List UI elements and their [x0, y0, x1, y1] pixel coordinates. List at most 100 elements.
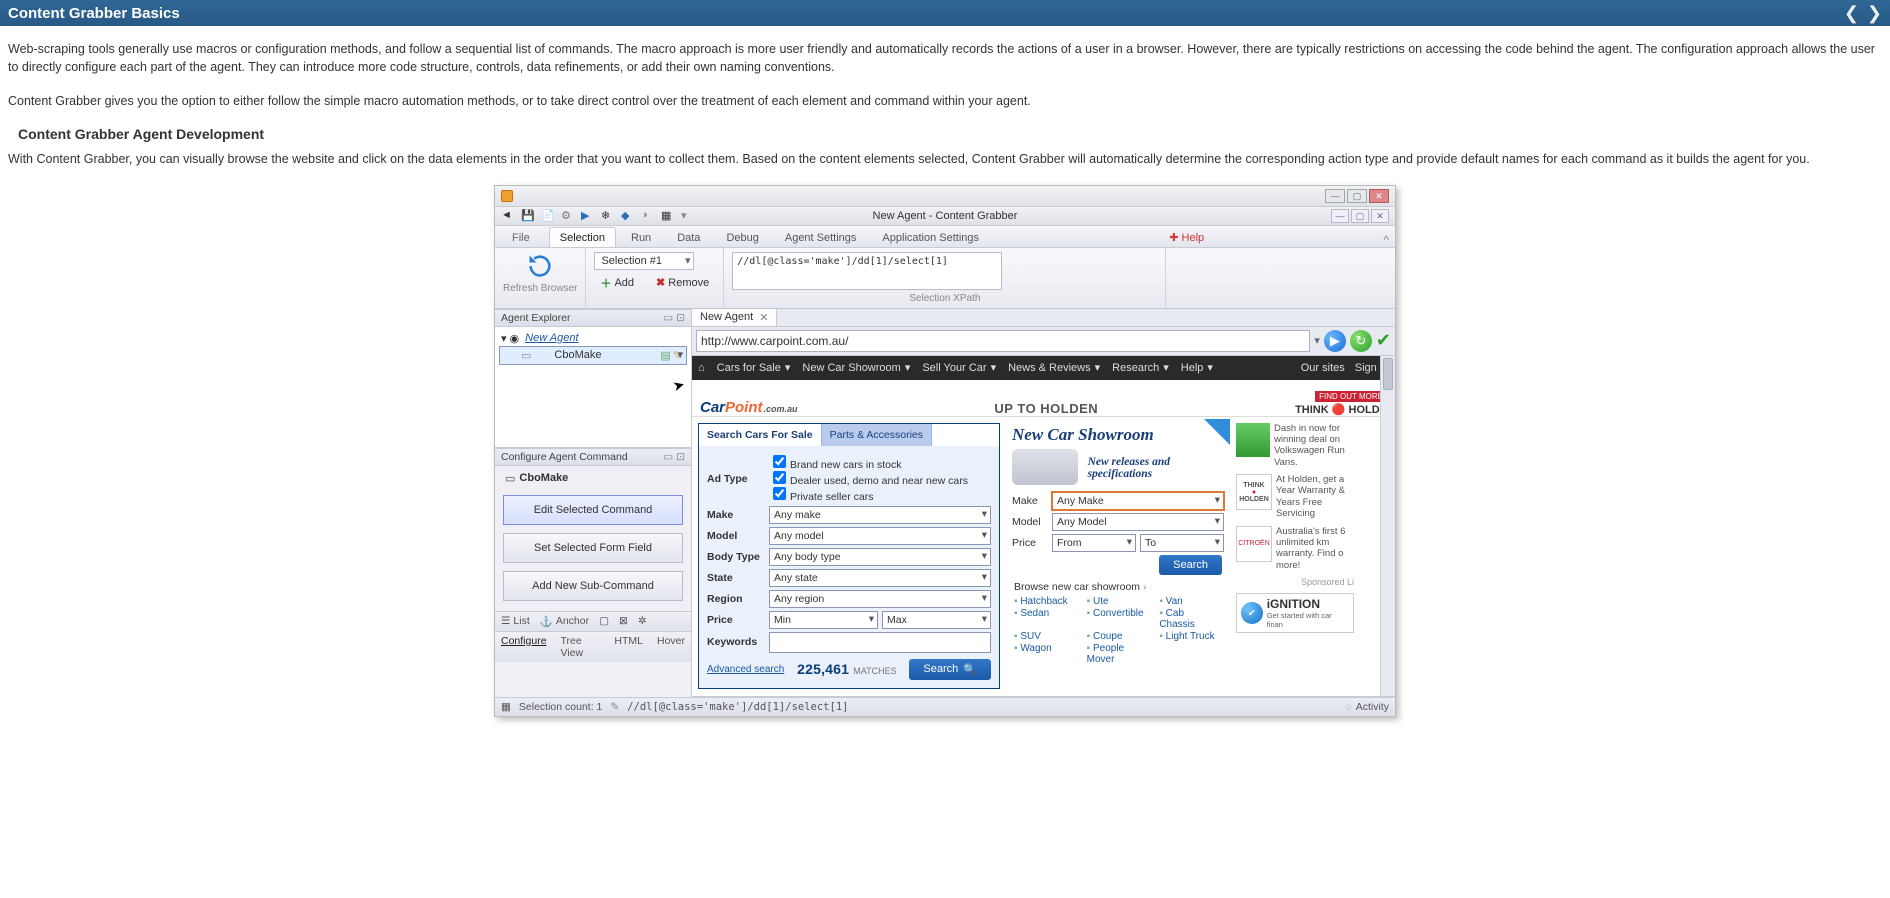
- chk-brand-new[interactable]: Brand new cars in stock: [773, 459, 901, 471]
- add-button[interactable]: ＋Add: [594, 274, 640, 292]
- close-icon[interactable]: ✕: [759, 311, 768, 324]
- ad-thumb[interactable]: THINK●HOLDEN: [1236, 474, 1272, 510]
- price-max-select[interactable]: Max: [882, 611, 991, 629]
- tab-search-cars[interactable]: Search Cars For Sale: [699, 424, 822, 446]
- region-select[interactable]: Any region: [769, 590, 991, 608]
- selection-combo[interactable]: Selection #1: [594, 252, 694, 270]
- url-dropdown-icon[interactable]: ▾: [1314, 334, 1320, 347]
- refresh-icon[interactable]: [526, 252, 554, 280]
- nav-research[interactable]: Research▾: [1112, 361, 1169, 374]
- url-input[interactable]: [696, 330, 1310, 352]
- pane-pin-icon[interactable]: ⊡: [676, 312, 685, 324]
- chk-private[interactable]: Private seller cars: [773, 491, 873, 503]
- ok-icon[interactable]: ✔: [1376, 330, 1391, 351]
- edit-command-button[interactable]: Edit Selected Command: [503, 495, 683, 525]
- wand-icon[interactable]: ✎: [673, 349, 682, 362]
- link-light-truck[interactable]: Light Truck: [1159, 631, 1222, 642]
- link-cab-chassis[interactable]: Cab Chassis: [1159, 608, 1222, 630]
- label-make: Make: [707, 509, 769, 521]
- bottom-tab-hover[interactable]: Hover: [657, 635, 685, 659]
- maximize-icon[interactable]: ▢: [1347, 189, 1367, 203]
- tool-icon-1[interactable]: ▢: [599, 615, 609, 627]
- bottom-tab-configure[interactable]: Configure: [501, 635, 547, 659]
- link-hatchback[interactable]: Hatchback: [1014, 596, 1077, 607]
- activity-label[interactable]: Activity: [1356, 701, 1389, 713]
- link-suv[interactable]: SUV: [1014, 631, 1077, 642]
- agent-tree[interactable]: ▾◉New Agent ▭ CboMake ▤✎ ➤: [495, 327, 691, 448]
- m-price-to[interactable]: To: [1140, 534, 1224, 552]
- bottom-tab-html[interactable]: HTML: [614, 635, 643, 659]
- search-button[interactable]: Search🔍: [909, 659, 991, 680]
- m-make-select[interactable]: Any Make: [1052, 492, 1224, 510]
- add-subcommand-button[interactable]: Add New Sub-Command: [503, 571, 683, 601]
- next-icon[interactable]: ❯: [1867, 4, 1882, 22]
- nav-help[interactable]: Help▾: [1181, 361, 1213, 374]
- tab-selection[interactable]: Selection: [549, 227, 616, 247]
- tree-item-cbomake[interactable]: CboMake: [554, 349, 601, 361]
- tree-root[interactable]: New Agent: [525, 332, 578, 344]
- tool-icon-3[interactable]: ✲: [638, 615, 647, 627]
- nav-new[interactable]: New Car Showroom▾: [802, 361, 910, 374]
- minimize-icon[interactable]: —: [1325, 189, 1345, 203]
- go-button[interactable]: ▶: [1324, 330, 1346, 352]
- tab-help[interactable]: ✚ Help: [1158, 226, 1215, 247]
- pane-dock-icon[interactable]: ▭: [663, 312, 673, 324]
- tool-icon-2[interactable]: ⊠: [619, 615, 628, 627]
- tab-file[interactable]: File: [501, 227, 541, 247]
- status-edit-icon[interactable]: ✎: [610, 701, 619, 713]
- tab-parts[interactable]: Parts & Accessories: [822, 424, 932, 446]
- close-icon[interactable]: ✕: [1369, 189, 1389, 203]
- nav-our-sites[interactable]: Our sites: [1301, 362, 1345, 374]
- set-form-field-button[interactable]: Set Selected Form Field: [503, 533, 683, 563]
- tab-debug[interactable]: Debug: [715, 227, 769, 247]
- ignition-ad[interactable]: ✔ iGNITION Get started with car finan: [1236, 593, 1354, 633]
- link-sedan[interactable]: Sedan: [1014, 608, 1077, 630]
- price-min-select[interactable]: Min: [769, 611, 878, 629]
- ad-thumb[interactable]: [1236, 423, 1270, 457]
- anchor-button[interactable]: ⚓Anchor: [540, 615, 589, 628]
- link-coupe[interactable]: Coupe: [1087, 631, 1150, 642]
- find-out-more-button[interactable]: FIND OUT MORE: [1315, 391, 1387, 402]
- link-van[interactable]: Van: [1159, 596, 1222, 607]
- tab-agent-settings[interactable]: Agent Settings: [774, 227, 868, 247]
- keywords-input[interactable]: [769, 632, 991, 653]
- advanced-link[interactable]: Advanced search: [707, 664, 784, 675]
- remove-button[interactable]: ✖Remove: [650, 274, 715, 292]
- tab-data[interactable]: Data: [666, 227, 711, 247]
- list-button[interactable]: ☰List: [501, 615, 530, 627]
- chk-dealer[interactable]: Dealer used, demo and near new cars: [773, 475, 968, 487]
- pane-dock-icon[interactable]: ▭: [663, 451, 673, 463]
- doc-tab[interactable]: New Agent ✕: [692, 309, 777, 326]
- link-ute[interactable]: Ute: [1087, 596, 1150, 607]
- prev-icon[interactable]: ❮: [1844, 4, 1859, 22]
- m-search-button[interactable]: Search: [1159, 555, 1222, 575]
- link-convertible[interactable]: Convertible: [1087, 608, 1150, 630]
- reload-button[interactable]: ↻: [1350, 330, 1372, 352]
- pane-pin-icon[interactable]: ⊡: [676, 451, 685, 463]
- bottom-tab-tree[interactable]: Tree View: [561, 635, 601, 659]
- xpath-input[interactable]: //dl[@class='make']/dd[1]/select[1]: [732, 252, 1002, 290]
- carpoint-logo[interactable]: CarPoint.com.au: [700, 399, 798, 416]
- m-model-select[interactable]: Any Model: [1052, 513, 1224, 531]
- tab-run[interactable]: Run: [620, 227, 662, 247]
- edit-icon[interactable]: ▤: [660, 349, 670, 362]
- tab-application-settings[interactable]: Application Settings: [871, 227, 990, 247]
- state-select[interactable]: Any state: [769, 569, 991, 587]
- nav-sell[interactable]: Sell Your Car▾: [922, 361, 996, 374]
- body-select[interactable]: Any body type: [769, 548, 991, 566]
- nav-news[interactable]: News & Reviews▾: [1008, 361, 1100, 374]
- link-people-mover[interactable]: People Mover: [1087, 643, 1150, 665]
- tree-collapse-icon[interactable]: ▾: [501, 332, 507, 345]
- ribbon-collapse-icon[interactable]: ^: [1383, 233, 1389, 247]
- home-icon[interactable]: ⌂: [698, 362, 705, 374]
- match-count: 225,461 MATCHES: [797, 661, 896, 677]
- link-wagon[interactable]: Wagon: [1014, 643, 1077, 665]
- banner-brand: THINK 🔴 HOLDE: [1295, 403, 1387, 416]
- nav-cars[interactable]: Cars for Sale▾: [717, 361, 791, 374]
- model-select[interactable]: Any model: [769, 527, 991, 545]
- scrollbar[interactable]: [1380, 356, 1395, 696]
- new-badge: [1204, 419, 1230, 445]
- make-select[interactable]: Any make: [769, 506, 991, 524]
- ad-thumb[interactable]: CITROËN: [1236, 526, 1272, 562]
- m-price-from[interactable]: From: [1052, 534, 1136, 552]
